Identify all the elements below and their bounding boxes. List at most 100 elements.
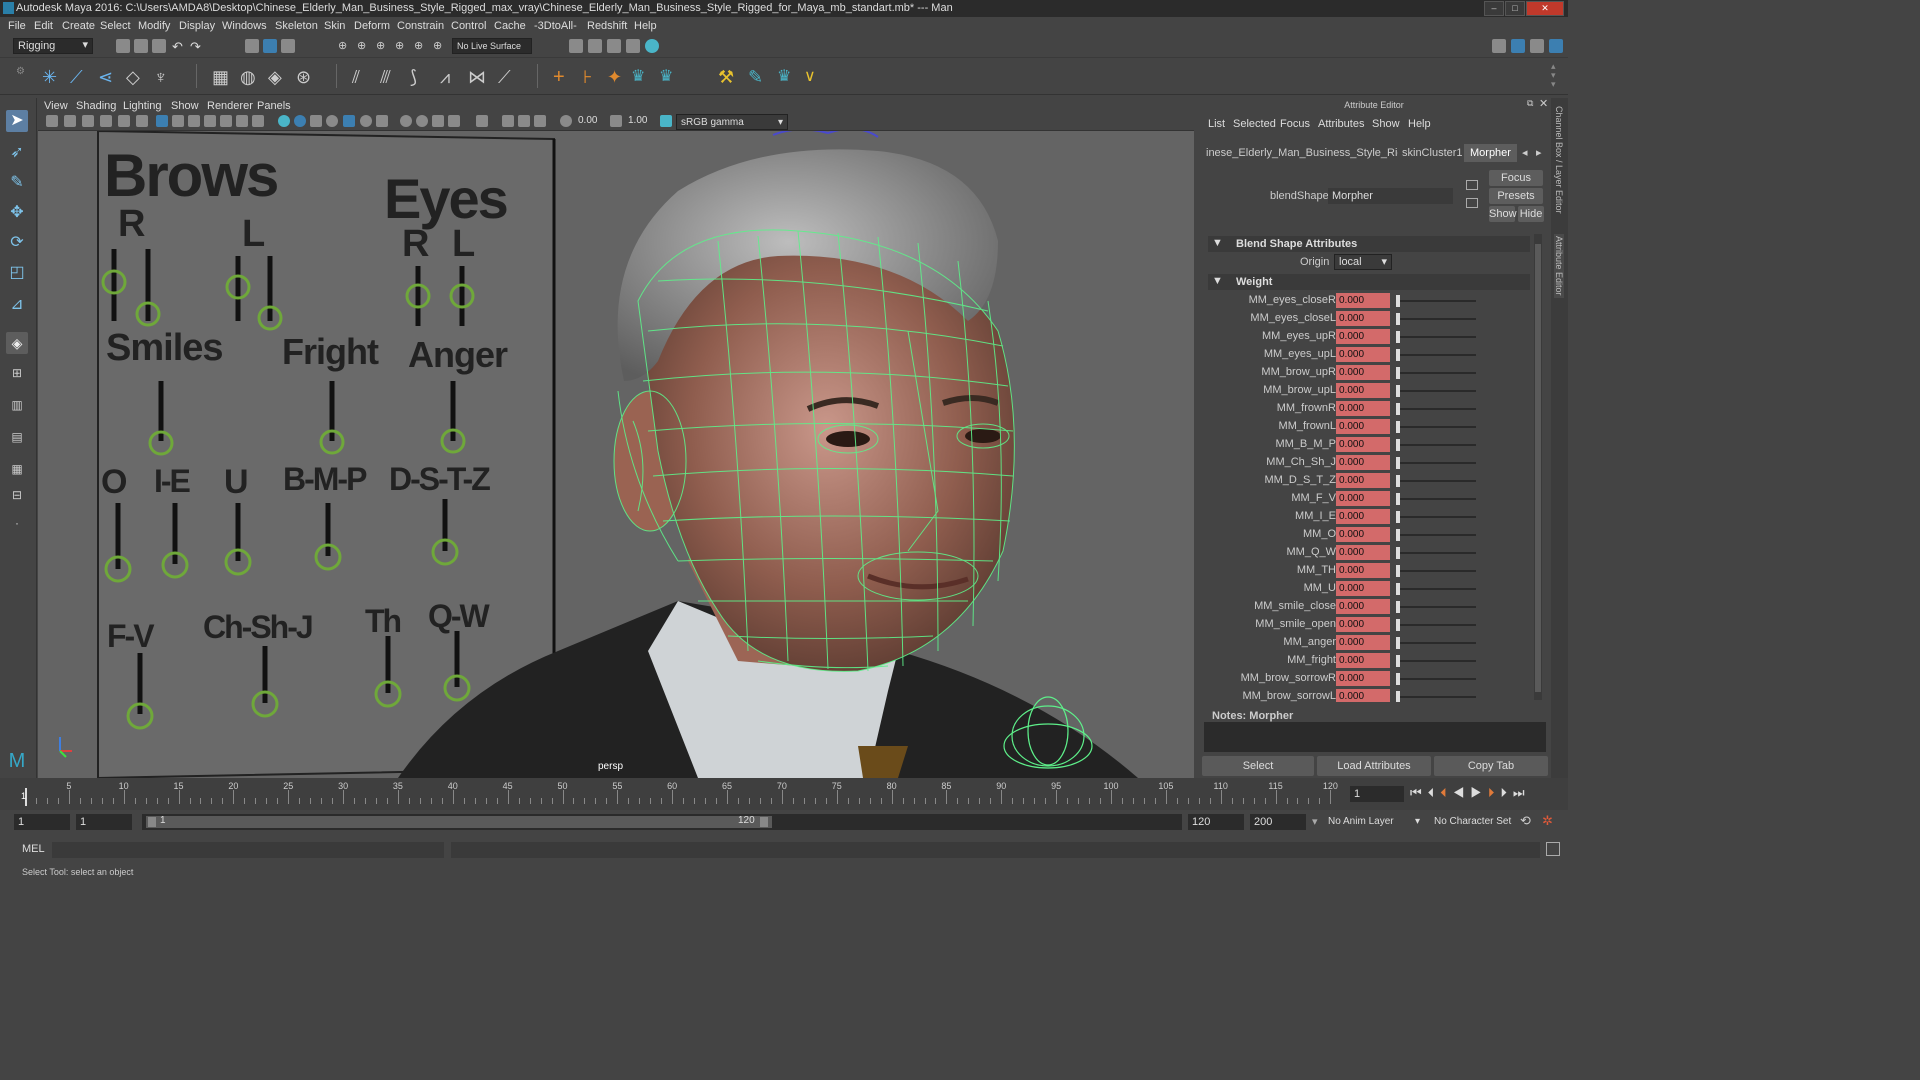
range-end-grip-icon[interactable] — [760, 817, 768, 827]
scene-view[interactable]: Brows Eyes R L R L Smiles Fright Anger O… — [38, 131, 1194, 778]
weight-value-field[interactable]: 0.000 — [1336, 545, 1390, 560]
weight-slider-track[interactable] — [1396, 300, 1476, 302]
weight-slider-handle[interactable] — [1396, 565, 1400, 577]
soft-select-icon[interactable]: ◈ — [6, 332, 28, 354]
weight-slider-track[interactable] — [1396, 480, 1476, 482]
close-panel-icon[interactable]: ✕ — [1539, 97, 1548, 110]
weight-slider-track[interactable] — [1396, 336, 1476, 338]
weight-slider-handle[interactable] — [1396, 475, 1400, 487]
xray-joints-icon[interactable] — [518, 115, 530, 127]
menu-redshift[interactable]: Redshift — [587, 20, 627, 32]
select-component-icon[interactable] — [281, 39, 295, 53]
camera-select-icon[interactable] — [46, 115, 58, 127]
step-forward-icon[interactable]: ⏵ — [1488, 785, 1501, 800]
weight-value-field[interactable]: 0.000 — [1336, 581, 1390, 596]
input-connection-icon[interactable] — [1466, 180, 1478, 190]
detach-skin-icon[interactable]: ⫻ — [380, 67, 400, 87]
save-scene-icon[interactable] — [152, 39, 166, 53]
snap-grid-icon[interactable]: ⊕ — [338, 39, 352, 53]
snap-surface-icon[interactable]: ⊕ — [414, 39, 428, 53]
grease-pencil-icon[interactable] — [136, 115, 148, 127]
command-input[interactable] — [52, 842, 444, 858]
channel-box-toggle-icon[interactable] — [1549, 39, 1563, 53]
tab-skincluster[interactable]: skinCluster1 — [1396, 144, 1469, 162]
weight-slider-handle[interactable] — [1396, 349, 1400, 361]
weight-value-field[interactable]: 0.000 — [1336, 365, 1390, 380]
snap-view-icon[interactable]: ⊕ — [395, 39, 409, 53]
exposure-value[interactable]: 0.00 — [578, 115, 597, 126]
weight-value-field[interactable]: 0.000 — [1336, 293, 1390, 308]
weight-slider-track[interactable] — [1396, 570, 1476, 572]
layout-menu-icon[interactable]: · — [6, 512, 28, 534]
attribute-editor-toggle-icon[interactable] — [1511, 39, 1525, 53]
viewport-menu-shading[interactable]: Shading — [76, 100, 116, 112]
hik-control-icon[interactable]: ♛ — [777, 67, 797, 87]
snap-point-icon[interactable]: ⊕ — [376, 39, 390, 53]
render-current-icon[interactable] — [588, 39, 602, 53]
snap-edge-icon[interactable]: ⊕ — [433, 39, 447, 53]
influence-icon[interactable]: ⋈ — [468, 67, 488, 87]
use-default-material-icon[interactable] — [310, 115, 322, 127]
presets-button[interactable]: Presets — [1489, 188, 1543, 204]
snap-curve-icon[interactable]: ⊕ — [357, 39, 371, 53]
graph-layout-icon[interactable]: ▦ — [6, 458, 28, 480]
chevron-down-icon[interactable]: ▾ — [1312, 815, 1318, 828]
weight-slider-handle[interactable] — [1396, 367, 1400, 379]
lattice-icon[interactable]: ▦ — [212, 67, 232, 87]
menu-edit[interactable]: Edit — [34, 20, 53, 32]
origin-dropdown[interactable]: local ▾ — [1334, 254, 1392, 270]
viewport-menu-renderer[interactable]: Renderer — [207, 100, 253, 112]
weight-slider-handle[interactable] — [1396, 493, 1400, 505]
skin-tool-icon[interactable]: ✎ — [748, 67, 768, 87]
anti-aliasing-icon[interactable] — [432, 115, 444, 127]
weight-slider-handle[interactable] — [1396, 583, 1400, 595]
create-joint-icon[interactable]: ✳ — [42, 67, 62, 87]
constraint-aim-icon[interactable]: ✦ — [607, 67, 627, 87]
weight-value-field[interactable]: 0.000 — [1336, 311, 1390, 326]
maximize-button[interactable]: □ — [1505, 1, 1525, 16]
select-object-icon[interactable] — [263, 39, 277, 53]
animation-end-field[interactable]: 200 — [1250, 814, 1306, 830]
view-transform-dropdown[interactable]: sRGB gamma ▾ — [676, 114, 788, 130]
viewport-menu-view[interactable]: View — [44, 100, 68, 112]
scale-tool-icon[interactable]: ◰ — [6, 262, 28, 284]
ae-menu-show[interactable]: Show — [1372, 118, 1400, 130]
perspective-viewport[interactable]: View Shading Lighting Show Renderer Pane… — [38, 98, 1194, 778]
weight-section[interactable]: ▼ Weight — [1208, 274, 1530, 290]
anim-layer-dropdown[interactable]: No Anim Layer ▾ — [1324, 814, 1424, 830]
menu-help[interactable]: Help — [634, 20, 657, 32]
weight-value-field[interactable]: 0.000 — [1336, 527, 1390, 542]
weight-slider-track[interactable] — [1396, 498, 1476, 500]
camera-attributes-icon[interactable] — [64, 115, 76, 127]
blendshape-name-field[interactable]: Morpher — [1328, 188, 1453, 204]
range-start-grip-icon[interactable] — [148, 817, 156, 827]
paint-weights-icon[interactable]: ⟆ — [410, 67, 430, 87]
weight-value-field[interactable]: 0.000 — [1336, 473, 1390, 488]
shadows-icon[interactable] — [376, 115, 388, 127]
animation-start-field[interactable]: 1 — [14, 814, 70, 830]
weight-slider-track[interactable] — [1396, 372, 1476, 374]
ae-menu-list[interactable]: List — [1208, 118, 1225, 130]
menu-modify[interactable]: Modify — [138, 20, 170, 32]
menu-set-dropdown[interactable]: Rigging ▾ — [13, 38, 93, 54]
tab-mesh-node[interactable]: inese_Elderly_Man_Business_Style_Rigged — [1200, 144, 1398, 162]
weight-slider-track[interactable] — [1396, 624, 1476, 626]
custom-script-icon[interactable]: ∨ — [804, 67, 824, 87]
weight-value-field[interactable]: 0.000 — [1336, 653, 1390, 668]
play-back-icon[interactable]: ◀ — [1453, 785, 1471, 800]
menu-skeleton[interactable]: Skeleton — [275, 20, 318, 32]
hypershade-icon[interactable] — [645, 39, 659, 53]
weight-slider-handle[interactable] — [1396, 385, 1400, 397]
weight-slider-track[interactable] — [1396, 678, 1476, 680]
weight-value-field[interactable]: 0.000 — [1336, 437, 1390, 452]
isolate-select-icon[interactable] — [476, 115, 488, 127]
menu-windows[interactable]: Windows — [222, 20, 267, 32]
hik-icon[interactable]: ♛ — [631, 67, 651, 87]
weight-value-field[interactable]: 0.000 — [1336, 329, 1390, 344]
ik-handle-icon[interactable]: ⟋ — [70, 67, 90, 87]
bind-skin-icon[interactable]: ⫽ — [352, 67, 372, 87]
go-start-icon[interactable]: ⏮ — [1410, 785, 1428, 800]
sculpt-deformer-icon[interactable]: ⊛ — [296, 67, 316, 87]
weight-slider-handle[interactable] — [1396, 403, 1400, 415]
bookmark-icon[interactable] — [82, 115, 94, 127]
